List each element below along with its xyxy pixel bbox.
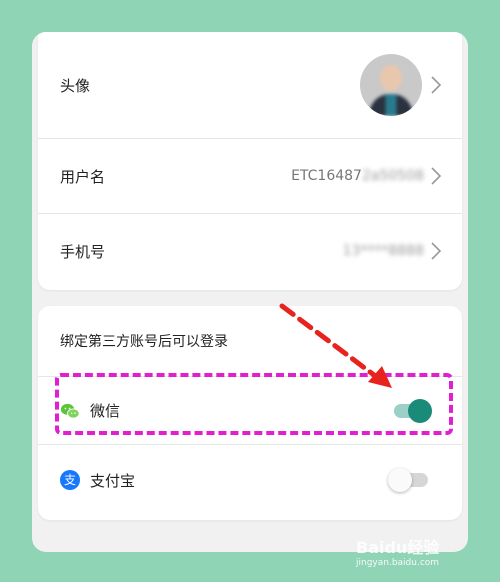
chevron-right-icon [431, 242, 442, 260]
username-row[interactable]: 用户名 ETC164872a50508 [38, 139, 462, 213]
alipay-icon: 支 [60, 470, 80, 490]
watermark-brand: Baidu经验 [356, 538, 440, 557]
avatar-image [360, 54, 422, 116]
username-label: 用户名 [60, 167, 106, 186]
alipay-label: 支付宝 [90, 471, 136, 490]
section-title: 绑定第三方账号后可以登录 [60, 334, 228, 350]
avatar-label: 头像 [60, 76, 91, 95]
chevron-right-icon [431, 167, 442, 185]
phone-masked: 13****8888 [342, 243, 424, 259]
red-arrow-icon [279, 303, 392, 388]
phone-row[interactable]: 手机号 13****8888 [38, 214, 462, 288]
alipay-toggle[interactable] [388, 468, 428, 492]
phone-label: 手机号 [60, 242, 106, 261]
alipay-row[interactable]: 支 支付宝 [38, 445, 462, 515]
avatar-row[interactable]: 头像 [38, 32, 462, 138]
username-visible: ETC16487 [291, 168, 362, 184]
username-masked: 2a50508 [361, 168, 424, 184]
toggle-knob [388, 468, 412, 492]
username-value: ETC164872a50508 [291, 168, 424, 184]
phone-screen: 头像 用户名 ETC164872a50508 手机号 13****8888 绑定… [32, 32, 468, 552]
watermark: Baidu经验 jingyan.baidu.com [356, 534, 439, 568]
chevron-right-icon [431, 76, 442, 94]
phone-value: 13****8888 [343, 243, 424, 259]
avatar[interactable] [360, 54, 422, 116]
watermark-url: jingyan.baidu.com [356, 558, 440, 568]
profile-card: 头像 用户名 ETC164872a50508 手机号 13****8888 [38, 32, 462, 290]
